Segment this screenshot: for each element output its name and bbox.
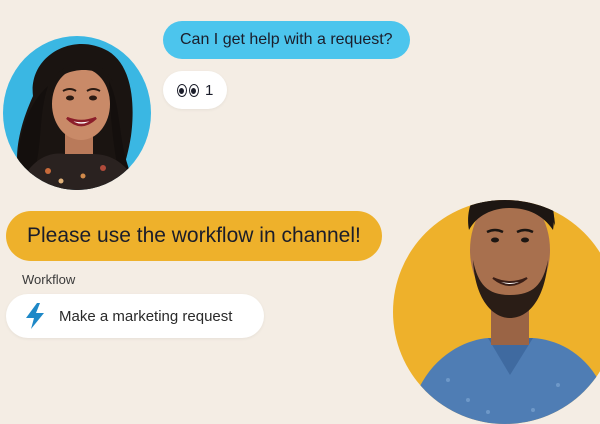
man-portrait (408, 200, 600, 424)
workflow-label: Workflow (22, 272, 76, 287)
woman-portrait (17, 43, 138, 190)
workflow-button-label: Make a marketing request (59, 307, 233, 325)
avatar-man (393, 200, 600, 424)
eyes-icon (177, 83, 199, 97)
avatar-woman (3, 36, 151, 190)
reaction-pill[interactable]: 1 (163, 71, 228, 109)
message-answer: Please use the workflow in channel! (6, 211, 382, 261)
reaction-count: 1 (205, 81, 214, 99)
lightning-icon (24, 302, 46, 330)
workflow-button[interactable]: Make a marketing request (6, 294, 264, 338)
message-question: Can I get help with a request? (163, 21, 410, 59)
